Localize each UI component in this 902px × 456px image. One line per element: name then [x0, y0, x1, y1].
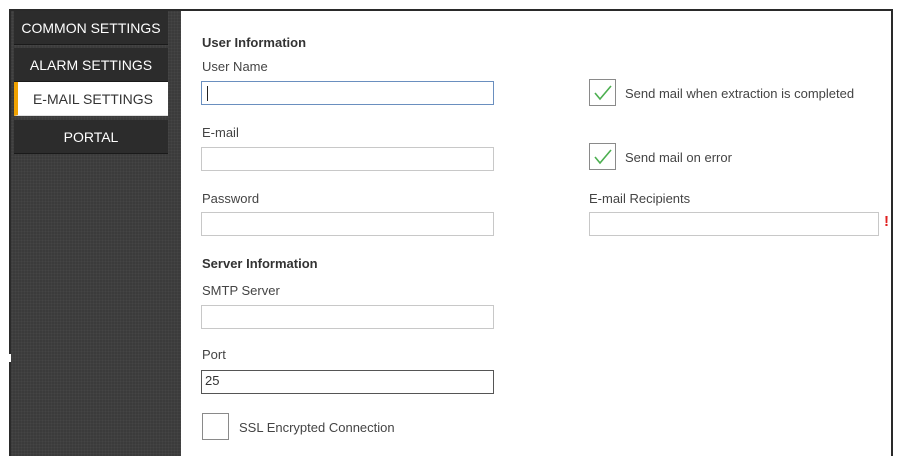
port-label: Port [202, 347, 226, 362]
server-information-heading: Server Information [202, 256, 318, 271]
password-field[interactable] [201, 212, 494, 236]
recipients-field[interactable] [589, 212, 879, 236]
smtp-server-label: SMTP Server [202, 283, 280, 298]
user-information-heading: User Information [202, 35, 307, 50]
text-caret [207, 86, 208, 101]
send-on-complete-checkbox[interactable] [589, 79, 616, 106]
send-on-error-checkbox[interactable] [589, 143, 616, 170]
checkmark-icon [594, 85, 612, 101]
email-label: E-mail [202, 125, 239, 140]
ssl-checkbox[interactable] [202, 413, 229, 440]
checkmark-icon [594, 149, 612, 165]
username-field[interactable] [201, 81, 494, 105]
validation-warning-icon: ! [884, 213, 889, 230]
sidebar-item-alarm-settings[interactable]: ALARM SETTINGS [14, 48, 168, 82]
resize-handle[interactable] [9, 354, 11, 362]
send-on-complete-label: Send mail when extraction is completed [625, 86, 855, 101]
password-label: Password [202, 191, 260, 206]
email-field[interactable] [201, 147, 494, 171]
port-field[interactable]: 25 [201, 370, 494, 394]
smtp-server-field[interactable] [201, 305, 494, 329]
sidebar-item-portal[interactable]: PORTAL [14, 120, 168, 154]
sidebar-item-email-settings[interactable]: E-MAIL SETTINGS [14, 82, 168, 116]
port-value: 25 [205, 373, 220, 388]
ssl-label: SSL Encrypted Connection [239, 420, 395, 435]
send-on-error-label: Send mail on error [625, 150, 732, 165]
username-label: User Name [202, 59, 268, 74]
recipients-label: E-mail Recipients [589, 191, 691, 206]
sidebar-item-common-settings[interactable]: COMMON SETTINGS [14, 11, 168, 45]
